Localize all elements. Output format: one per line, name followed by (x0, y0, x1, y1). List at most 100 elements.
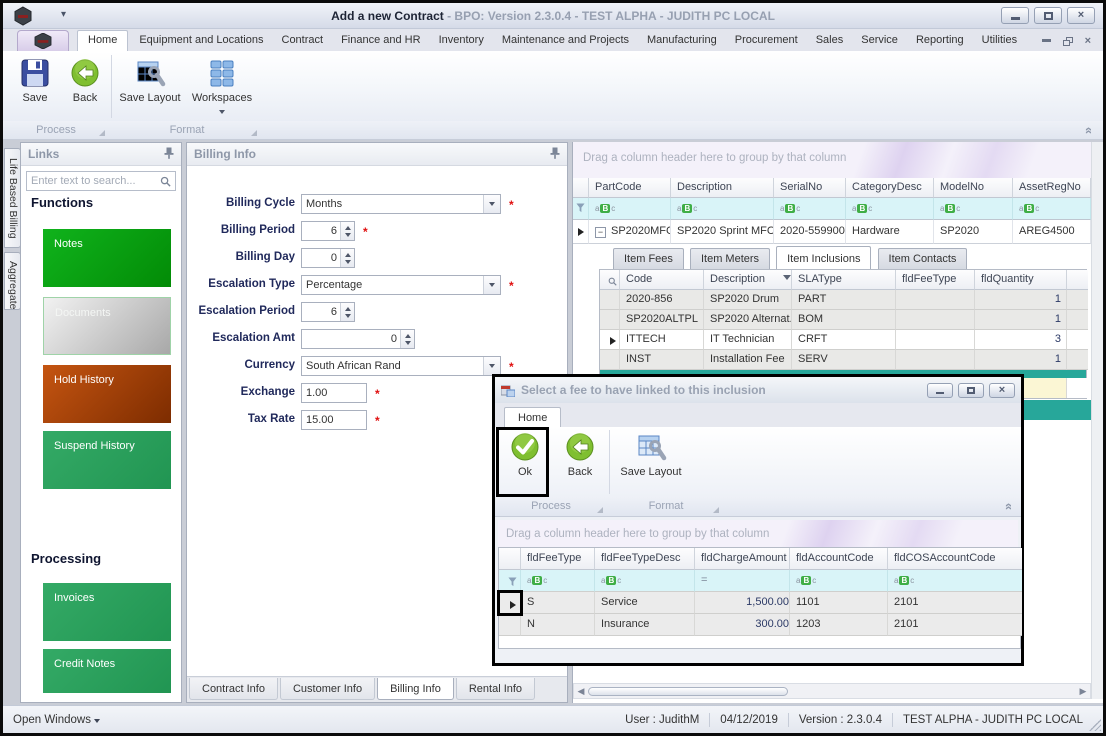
maximize-button[interactable] (1034, 7, 1062, 24)
cell-partcode[interactable]: −SP2020MFC (589, 220, 671, 244)
vertical-scrollbar[interactable] (1091, 142, 1105, 699)
documents-button[interactable]: Documents (43, 297, 171, 355)
column-header-fldfeetypedesc[interactable]: fldFeeTypeDesc (595, 548, 695, 570)
dropdown-arrow-icon[interactable] (483, 276, 500, 294)
cell-categorydesc[interactable]: Hardware (846, 220, 934, 244)
filter-cell-numeric[interactable]: = (695, 570, 790, 592)
filter-edit-icon[interactable] (499, 570, 521, 592)
notes-button[interactable]: Notes (43, 229, 171, 287)
tab-inventory[interactable]: Inventory (430, 30, 493, 51)
column-header-code[interactable]: Code (620, 270, 704, 290)
cell-serialno[interactable]: 2020-559900 (774, 220, 846, 244)
currency-combo[interactable]: South African Rand (301, 356, 501, 376)
spin-buttons[interactable] (340, 249, 354, 267)
dialog-maximize-button[interactable] (958, 383, 984, 398)
save-layout-button[interactable]: Save Layout (117, 55, 183, 119)
tab-manufacturing[interactable]: Manufacturing (638, 30, 726, 51)
tab-utilities[interactable]: Utilities (973, 30, 1026, 51)
child-minimize-button[interactable] (1042, 39, 1051, 44)
column-header-categorydesc[interactable]: CategoryDesc (846, 178, 934, 198)
invoices-button[interactable]: Invoices (43, 583, 171, 641)
group-by-hint[interactable]: Drag a column header here to group by th… (498, 520, 1018, 547)
dialog-save-layout-button[interactable]: Save Layout (617, 429, 685, 493)
side-tab-aggregate[interactable]: Aggregate (4, 252, 21, 310)
child-close-button[interactable]: × (1085, 35, 1091, 47)
search-icon[interactable] (600, 270, 620, 290)
workspaces-button[interactable]: Workspaces (187, 55, 257, 119)
format-dialog-launcher[interactable] (251, 130, 257, 136)
ribbon-collapse-chevron-icon[interactable]: » (1004, 499, 1011, 514)
tab-maintenance-and-projects[interactable]: Maintenance and Projects (493, 30, 638, 51)
inclusion-row[interactable]: SP2020ALTPL SP2020 Alternat... BOM 1 (600, 310, 1086, 330)
search-input[interactable] (31, 175, 160, 187)
collapse-row-icon[interactable]: − (595, 227, 606, 238)
escalation-period-spinner[interactable]: 6 (301, 302, 355, 322)
cell-assetregno[interactable]: AREG4500 (1013, 220, 1091, 244)
tab-item-contacts[interactable]: Item Contacts (878, 248, 968, 270)
close-button[interactable]: × (1067, 7, 1095, 24)
resize-grip[interactable] (1089, 719, 1101, 731)
escalation-amt-spinner[interactable]: 0 (301, 329, 415, 349)
application-menu-button[interactable] (17, 30, 69, 51)
column-header-description[interactable]: Description (704, 270, 792, 290)
escalation-type-combo[interactable]: Percentage (301, 275, 501, 295)
tab-reporting[interactable]: Reporting (907, 30, 973, 51)
back-button[interactable]: Back (59, 55, 111, 119)
dropdown-arrow-icon[interactable] (483, 195, 500, 213)
scroll-left-icon[interactable]: ◀ (574, 686, 588, 697)
column-header-assetregno[interactable]: AssetRegNo (1013, 178, 1091, 198)
tab-contract-info[interactable]: Contract Info (189, 678, 278, 700)
tab-service[interactable]: Service (852, 30, 907, 51)
filter-cell[interactable]: aBc (846, 198, 934, 220)
column-header-serialno[interactable]: SerialNo (774, 178, 846, 198)
tab-customer-info[interactable]: Customer Info (280, 678, 375, 700)
tab-item-fees[interactable]: Item Fees (613, 248, 684, 270)
pin-icon[interactable] (164, 147, 174, 162)
minimize-button[interactable] (1001, 7, 1029, 24)
format-dialog-launcher[interactable] (713, 507, 719, 513)
filter-cell[interactable]: aBc (774, 198, 846, 220)
filter-cell[interactable]: aBc (595, 570, 695, 592)
tab-contract[interactable]: Contract (273, 30, 333, 51)
filter-cell[interactable]: aBc (888, 570, 1022, 592)
filter-cell[interactable]: aBc (790, 570, 888, 592)
column-header-partcode[interactable]: PartCode (589, 178, 671, 198)
billing-day-spinner[interactable]: 0 (301, 248, 355, 268)
column-header-fldquantity[interactable]: fldQuantity (975, 270, 1067, 290)
column-header-fldfeetype[interactable]: fldFeeType (896, 270, 975, 290)
inclusion-row[interactable]: INST Installation Fee SERV 1 (600, 350, 1086, 370)
dialog-tab-home[interactable]: Home (504, 407, 561, 427)
inclusion-row-selected[interactable]: ITTECH IT Technician CRFT 3 (600, 330, 1086, 350)
child-restore-button[interactable] (1063, 37, 1073, 46)
tab-equipment-and-locations[interactable]: Equipment and Locations (130, 30, 272, 51)
open-windows-button[interactable]: Open Windows (13, 714, 100, 726)
cell-modelno[interactable]: SP2020 (934, 220, 1013, 244)
pin-icon[interactable] (550, 147, 560, 162)
column-header-modelno[interactable]: ModelNo (934, 178, 1013, 198)
column-header-slatype[interactable]: SLAType (792, 270, 896, 290)
filter-cell[interactable]: aBc (934, 198, 1013, 220)
ribbon-collapse-chevron-icon[interactable]: » (1084, 123, 1091, 138)
scrollbar-thumb[interactable] (588, 687, 788, 696)
hold-history-button[interactable]: Hold History (43, 365, 171, 423)
column-header-fldfeetype[interactable]: fldFeeType (521, 548, 595, 570)
filter-cell[interactable]: aBc (589, 198, 671, 220)
tab-item-meters[interactable]: Item Meters (690, 248, 770, 270)
filter-cell[interactable]: aBc (521, 570, 595, 592)
tab-rental-info[interactable]: Rental Info (456, 678, 535, 700)
exchange-input[interactable]: 1.00 (301, 383, 367, 403)
billing-period-spinner[interactable]: 6 (301, 221, 355, 241)
column-header-fldchargeamount[interactable]: fldChargeAmount (695, 548, 790, 570)
fee-row-service[interactable]: S Service 1,500.00 1101 2101 (499, 592, 1020, 614)
process-dialog-launcher[interactable] (597, 507, 603, 513)
spin-buttons[interactable] (340, 222, 354, 240)
horizontal-scrollbar[interactable]: ◀ ▶ (573, 683, 1091, 699)
spin-buttons[interactable] (340, 303, 354, 321)
tab-home[interactable]: Home (77, 30, 128, 51)
process-dialog-launcher[interactable] (99, 130, 105, 136)
filter-cell[interactable]: aBc (1013, 198, 1091, 220)
tab-sales[interactable]: Sales (807, 30, 853, 51)
filter-cell[interactable]: aBc (671, 198, 774, 220)
search-icon[interactable] (160, 176, 171, 187)
dialog-close-button[interactable]: × (989, 383, 1015, 398)
